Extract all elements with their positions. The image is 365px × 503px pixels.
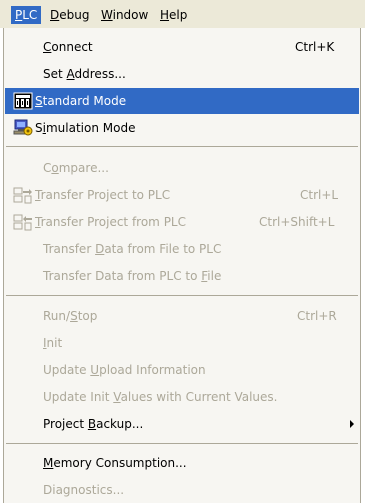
- menu-window[interactable]: Window: [97, 6, 152, 24]
- menu-item-transfer-project-to-plc[interactable]: Transfer Project to PLC Ctrl+L: [5, 182, 359, 208]
- menu-label: indow: [112, 8, 149, 22]
- menu-item-project-backup[interactable]: Project Backup...: [5, 411, 359, 437]
- standard-mode-icon: [13, 92, 33, 110]
- mnemonic: D: [95, 242, 105, 256]
- mnemonic: U: [90, 363, 100, 377]
- mnemonic: M: [43, 456, 54, 470]
- label-text: pload Information: [99, 363, 206, 377]
- mnemonic: S: [70, 309, 78, 323]
- menu-item-standard-mode[interactable]: Standard Mode: [5, 88, 359, 114]
- menu-item-label: Transfer Project from PLC: [35, 209, 186, 235]
- label-text: mpare...: [58, 161, 109, 175]
- menu-item-update-upload-information[interactable]: Update Upload Information: [5, 357, 359, 383]
- transfer-to-plc-icon: [13, 187, 32, 204]
- mnemonic: A: [66, 67, 75, 81]
- label-text: Project: [43, 417, 88, 431]
- label-text: Set: [43, 67, 67, 81]
- menu-item-label: Project Backup...: [43, 411, 143, 437]
- label-text: ackup...: [96, 417, 144, 431]
- menu-item-run-stop[interactable]: Run/Stop Ctrl+R: [5, 303, 359, 329]
- menu-item-update-init-values[interactable]: Update Init Values with Current Values.: [5, 384, 359, 410]
- label-text: onnect: [51, 40, 93, 54]
- menu-item-label: Transfer Project to PLC: [35, 182, 170, 208]
- menu-item-label: Memory Consumption...: [43, 450, 187, 476]
- menu-item-memory-consumption[interactable]: Memory Consumption...: [5, 450, 359, 476]
- menu-separator: [6, 295, 358, 296]
- menu-separator: [6, 146, 358, 147]
- label-text: Run/: [43, 309, 71, 323]
- label-text: Update Init: [43, 390, 114, 404]
- menu-item-label: Simulation Mode: [35, 115, 135, 141]
- menu-item-label: Update Init Values with Current Values.: [43, 384, 277, 410]
- menu-item-simulation-mode[interactable]: Simulation Mode: [5, 115, 359, 141]
- label-text: S: [35, 121, 43, 135]
- menu-separator: [6, 443, 358, 444]
- label-text: Transfer: [43, 242, 96, 256]
- mnemonic: W: [101, 8, 113, 22]
- label-text: ata from File to PLC: [104, 242, 222, 256]
- menu-item-diagnostics[interactable]: Diagnostics...: [5, 477, 359, 503]
- menu-item-init[interactable]: Init: [5, 330, 359, 356]
- label-text: top: [77, 309, 98, 323]
- shortcut-text: Ctrl+Shift+L: [259, 215, 335, 229]
- transfer-from-plc-icon: [13, 214, 32, 231]
- menu-item-label: Update Upload Information: [43, 357, 206, 383]
- label-text: tandard Mode: [42, 94, 127, 108]
- menu-item-label: Connect: [43, 34, 93, 60]
- menu-item-label: Run/Stop: [43, 303, 97, 329]
- menu-item-set-address[interactable]: Set Address...: [5, 61, 359, 87]
- label-text: mulation Mode: [45, 121, 136, 135]
- mnemonic: D: [50, 8, 60, 22]
- menu-item-label: Set Address...: [43, 61, 126, 87]
- mnemonic: S: [35, 94, 43, 108]
- plc-dropdown-menu: Connect Ctrl+K Set Address... Standard M…: [3, 28, 361, 503]
- menu-item-connect[interactable]: Connect Ctrl+K: [5, 34, 359, 60]
- shortcut-text: Ctrl+R: [297, 309, 337, 323]
- simulation-mode-icon: [13, 119, 33, 136]
- menu-item-label: Compare...: [43, 155, 109, 181]
- menu-plc[interactable]: PLC: [11, 6, 42, 24]
- label-text: emory Consumption...: [53, 456, 187, 470]
- label-text: Transfer Data from PLC to: [43, 269, 202, 283]
- menu-debug[interactable]: Debug: [46, 6, 93, 24]
- label-text: ddress...: [74, 67, 126, 81]
- menu-item-label: Standard Mode: [35, 88, 126, 114]
- shortcut-text: Ctrl+K: [295, 40, 335, 54]
- mnemonic: H: [160, 8, 170, 22]
- mnemonic: V: [113, 390, 121, 404]
- label-text: Update: [43, 363, 91, 377]
- menu-item-label: Transfer Data from PLC to File: [43, 263, 221, 289]
- submenu-arrow-icon: [350, 420, 354, 428]
- menu-help[interactable]: Help: [156, 6, 191, 24]
- label-text: nit: [46, 336, 63, 350]
- menu-item-compare[interactable]: Compare...: [5, 155, 359, 181]
- menu-item-transfer-data-plc-to-file[interactable]: Transfer Data from PLC to File: [5, 263, 359, 289]
- menu-item-transfer-data-file-to-plc[interactable]: Transfer Data from File to PLC: [5, 236, 359, 262]
- label-text: alues with Current Values.: [120, 390, 278, 404]
- menu-item-label: Transfer Data from File to PLC: [43, 236, 221, 262]
- mnemonic: o: [51, 161, 59, 175]
- label-text: ransfer Project from PLC: [40, 215, 186, 229]
- menu-label: elp: [169, 8, 188, 22]
- shortcut-text: Ctrl+L: [300, 188, 339, 202]
- label-text: ile: [207, 269, 222, 283]
- menu-item-label: Init: [43, 330, 62, 356]
- menu-label: ebug: [59, 8, 90, 22]
- menu-label: LC: [22, 8, 38, 22]
- menu-item-label: Diagnostics...: [43, 483, 125, 497]
- menu-item-transfer-project-from-plc[interactable]: Transfer Project from PLC Ctrl+Shift+L: [5, 209, 359, 235]
- menu-bar: PLC Debug Window Help: [0, 0, 365, 28]
- mnemonic: B: [87, 417, 97, 431]
- label-text: ransfer Project to PLC: [40, 188, 171, 202]
